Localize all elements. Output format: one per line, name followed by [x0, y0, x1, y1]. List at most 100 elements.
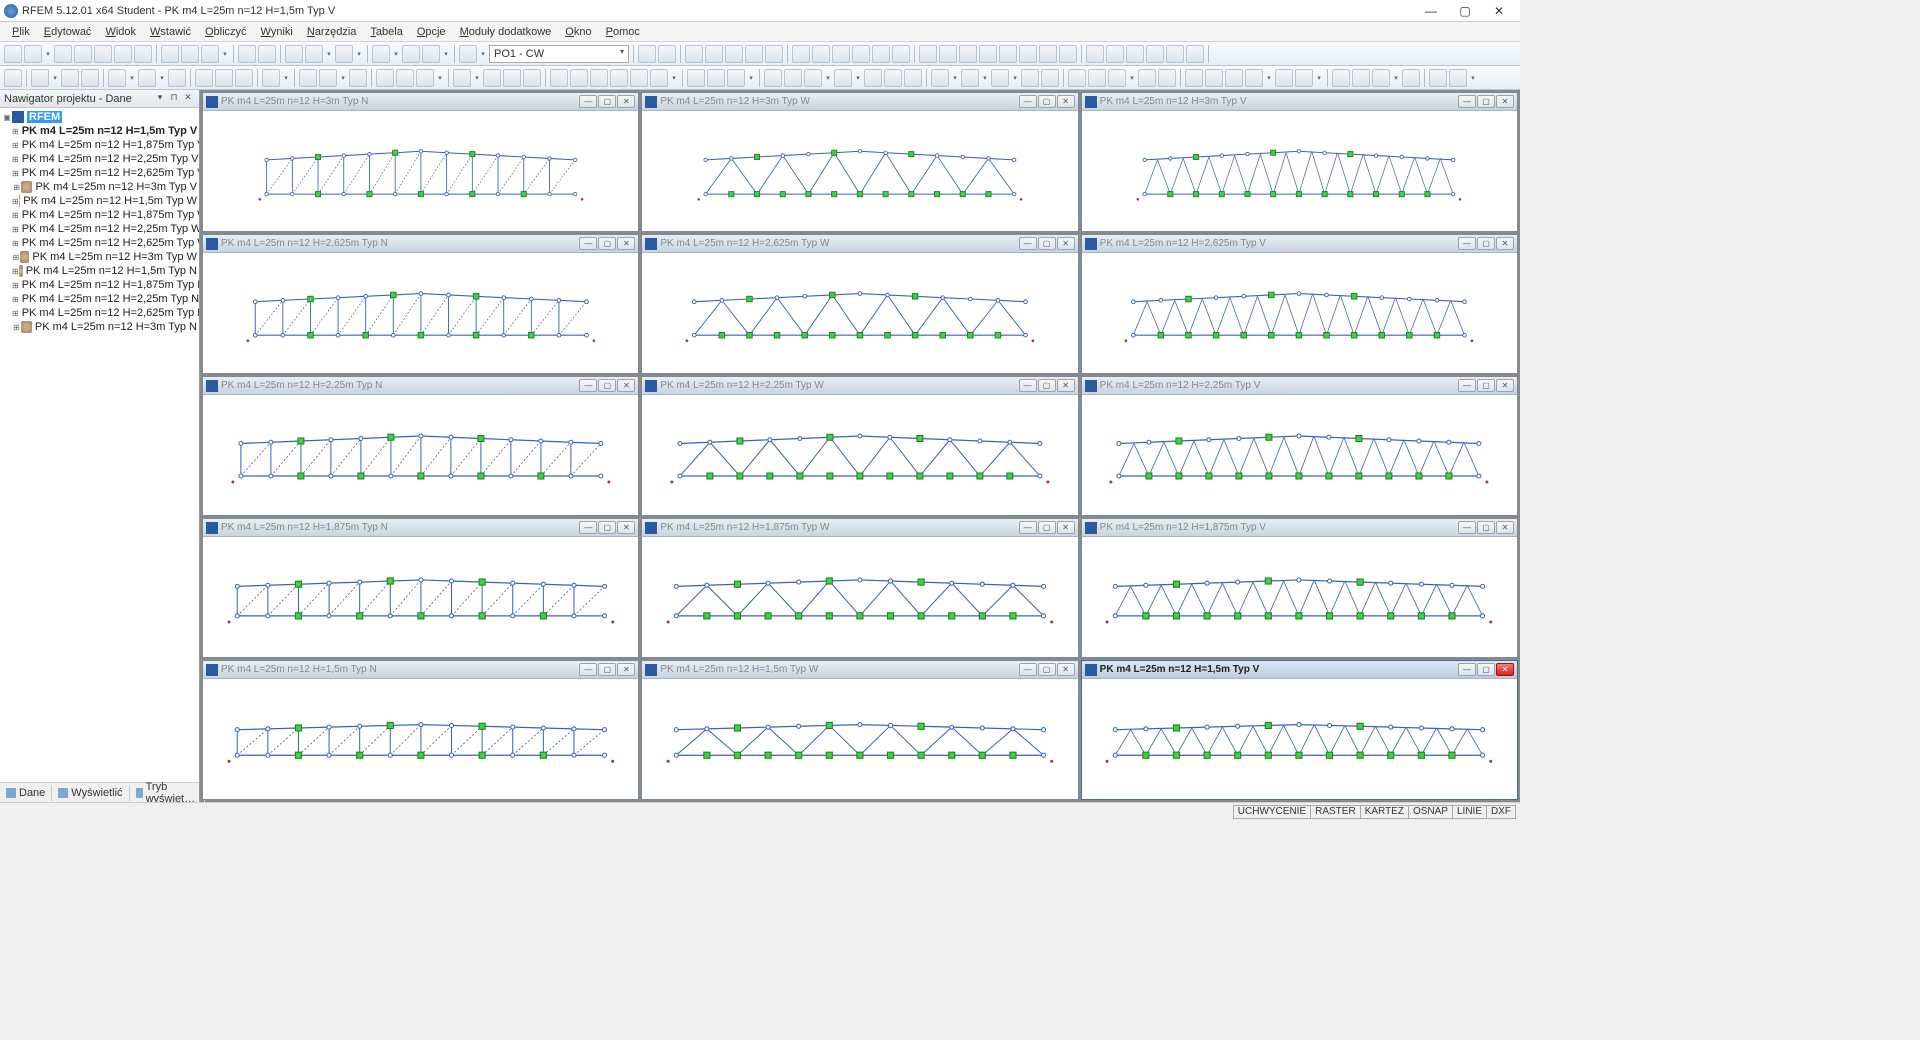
window-minimize-button[interactable]: —: [1458, 237, 1476, 250]
mdi-window[interactable]: PK m4 L=25m n=12 H=3m Typ W—▢✕: [641, 92, 1078, 232]
toolbar-dropdown-icon[interactable]: ▾: [1392, 69, 1400, 87]
model-canvas[interactable]: [642, 395, 1077, 515]
window-minimize-button[interactable]: —: [579, 95, 597, 108]
toolbar-button[interactable]: [1449, 69, 1467, 87]
toolbar-button[interactable]: [658, 45, 676, 63]
mdi-window[interactable]: PK m4 L=25m n=12 H=1,5m Typ V—▢✕: [1081, 660, 1518, 800]
toolbar-button[interactable]: [4, 69, 22, 87]
window-maximize-button[interactable]: ▢: [1038, 663, 1056, 676]
menu-opcje[interactable]: Opcje: [411, 24, 452, 40]
window-maximize-button[interactable]: ▢: [1477, 95, 1495, 108]
toolbar-button[interactable]: [1106, 45, 1124, 63]
toolbar-button[interactable]: [764, 69, 782, 87]
window-close-button[interactable]: ✕: [617, 237, 635, 250]
toolbar-dropdown-icon[interactable]: ▾: [951, 69, 959, 87]
close-button[interactable]: ✕: [1482, 1, 1516, 21]
tree-item[interactable]: ⊞PK m4 L=25m n=12 H=2,25m Typ N: [2, 292, 197, 306]
toolbar-button[interactable]: [1086, 45, 1104, 63]
mdi-window[interactable]: PK m4 L=25m n=12 H=2,625m Typ V—▢✕: [1081, 234, 1518, 374]
toolbar-dropdown-icon[interactable]: ▾: [1315, 69, 1323, 87]
toolbar-button[interactable]: [931, 69, 949, 87]
tree-item[interactable]: ⊞PK m4 L=25m n=12 H=1,5m Typ W: [2, 194, 197, 208]
toolbar-button[interactable]: [201, 45, 219, 63]
toolbar-button[interactable]: [784, 69, 802, 87]
toolbar-dropdown-icon[interactable]: ▾: [824, 69, 832, 87]
menu-plik[interactable]: Plik: [6, 24, 36, 40]
toolbar-button[interactable]: [319, 69, 337, 87]
toolbar-button[interactable]: [1108, 69, 1126, 87]
window-maximize-button[interactable]: ▢: [598, 379, 616, 392]
window-maximize-button[interactable]: ▢: [1477, 663, 1495, 676]
toolbar-button[interactable]: [959, 45, 977, 63]
model-canvas[interactable]: [203, 679, 638, 799]
toolbar-button[interactable]: [745, 45, 763, 63]
window-maximize-button[interactable]: ▢: [1477, 379, 1495, 392]
tree-item[interactable]: ⊞PK m4 L=25m n=12 H=3m Typ N: [2, 320, 197, 334]
toolbar-button[interactable]: [168, 69, 186, 87]
toolbar-button[interactable]: [402, 45, 420, 63]
toolbar-button[interactable]: [765, 45, 783, 63]
toolbar-button[interactable]: [299, 69, 317, 87]
toolbar-button[interactable]: [1021, 69, 1039, 87]
toolbar-button[interactable]: [638, 45, 656, 63]
toolbar-button[interactable]: [650, 69, 668, 87]
navigator-tree[interactable]: ▣RFEM⊞PK m4 L=25m n=12 H=1,5m Typ V⊞PK m…: [0, 108, 199, 782]
window-maximize-button[interactable]: ▢: [1038, 237, 1056, 250]
window-close-button[interactable]: ✕: [1496, 663, 1514, 676]
toolbar-button[interactable]: [1245, 69, 1263, 87]
window-close-button[interactable]: ✕: [1057, 237, 1075, 250]
navigator-tab[interactable]: Dane: [0, 785, 52, 801]
toolbar-button[interactable]: [1166, 45, 1184, 63]
menu-narzędzia[interactable]: Narzędzia: [301, 24, 363, 40]
menu-wstawić[interactable]: Wstawić: [144, 24, 197, 40]
toolbar-dropdown-icon[interactable]: ▾: [325, 45, 333, 63]
status-cell-raster[interactable]: RASTER: [1310, 805, 1361, 819]
toolbar-button[interactable]: [630, 69, 648, 87]
navigator-close-icon[interactable]: ✕: [181, 92, 195, 106]
minimize-button[interactable]: —: [1414, 1, 1448, 21]
window-header[interactable]: PK m4 L=25m n=12 H=1,5m Typ W—▢✕: [642, 661, 1077, 679]
model-canvas[interactable]: [1082, 253, 1517, 373]
toolbar-button[interactable]: [1275, 69, 1293, 87]
toolbar-button[interactable]: [884, 69, 902, 87]
toolbar-button[interactable]: [262, 69, 280, 87]
tree-item[interactable]: ⊞PK m4 L=25m n=12 H=3m Typ W: [2, 250, 197, 264]
mdi-window[interactable]: PK m4 L=25m n=12 H=2,625m Typ W—▢✕: [641, 234, 1078, 374]
tree-item[interactable]: ⊞PK m4 L=25m n=12 H=2,625m Typ W: [2, 236, 197, 250]
navigator-tab[interactable]: Tryb wyświet…: [130, 779, 206, 803]
toolbar-button[interactable]: [979, 45, 997, 63]
toolbar-button[interactable]: [904, 69, 922, 87]
status-cell-linie[interactable]: LINIE: [1452, 805, 1487, 819]
window-header[interactable]: PK m4 L=25m n=12 H=3m Typ W—▢✕: [642, 93, 1077, 111]
toolbar-button[interactable]: [1138, 69, 1156, 87]
toolbar-button[interactable]: [1126, 45, 1144, 63]
toolbar-button[interactable]: [235, 69, 253, 87]
window-close-button[interactable]: ✕: [1496, 521, 1514, 534]
model-canvas[interactable]: [1082, 395, 1517, 515]
toolbar-button[interactable]: [108, 69, 126, 87]
toolbar-button[interactable]: [1041, 69, 1059, 87]
tree-item[interactable]: ⊞PK m4 L=25m n=12 H=2,625m Typ N: [2, 306, 197, 320]
toolbar-button[interactable]: [1158, 69, 1176, 87]
toolbar-dropdown-icon[interactable]: ▾: [1011, 69, 1019, 87]
tree-item[interactable]: ⊞PK m4 L=25m n=12 H=2,25m Typ W: [2, 222, 197, 236]
mdi-window[interactable]: PK m4 L=25m n=12 H=1,5m Typ W—▢✕: [641, 660, 1078, 800]
window-maximize-button[interactable]: ▢: [1477, 237, 1495, 250]
toolbar-button[interactable]: [590, 69, 608, 87]
toolbar-dropdown-icon[interactable]: ▾: [473, 69, 481, 87]
toolbar-dropdown-icon[interactable]: ▾: [479, 45, 487, 63]
tree-item[interactable]: ⊞PK m4 L=25m n=12 H=1,875m Typ N: [2, 278, 197, 292]
toolbar-button[interactable]: [872, 45, 890, 63]
model-canvas[interactable]: [1082, 111, 1517, 231]
window-close-button[interactable]: ✕: [1057, 663, 1075, 676]
menu-widok[interactable]: Widok: [99, 24, 142, 40]
toolbar-dropdown-icon[interactable]: ▾: [670, 69, 678, 87]
window-maximize-button[interactable]: ▢: [1038, 95, 1056, 108]
window-maximize-button[interactable]: ▢: [1038, 521, 1056, 534]
model-canvas[interactable]: [1082, 679, 1517, 799]
mdi-window[interactable]: PK m4 L=25m n=12 H=2,625m Typ N—▢✕: [202, 234, 639, 374]
tree-root[interactable]: ▣RFEM: [2, 110, 197, 124]
window-minimize-button[interactable]: —: [1019, 379, 1037, 392]
mdi-window[interactable]: PK m4 L=25m n=12 H=1,5m Typ N—▢✕: [202, 660, 639, 800]
window-maximize-button[interactable]: ▢: [598, 95, 616, 108]
